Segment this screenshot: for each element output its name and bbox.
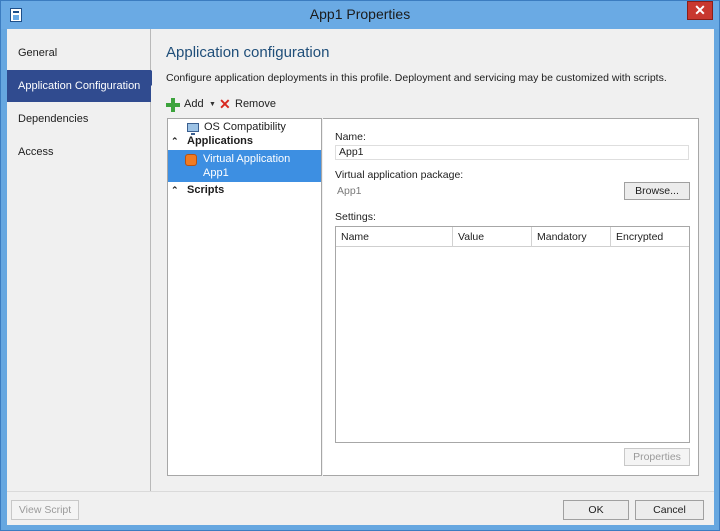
remove-button[interactable]: ✕ Remove — [216, 95, 278, 115]
cancel-button[interactable]: Cancel — [635, 500, 704, 520]
monitor-icon — [187, 123, 199, 135]
properties-button[interactable]: Properties — [624, 448, 690, 466]
add-icon — [166, 98, 180, 112]
page-description: Configure application deployments in thi… — [166, 72, 667, 84]
tree-section-label: Applications — [187, 135, 254, 147]
window-title: App1 Properties — [309, 6, 411, 22]
grid-header: Name Value Mandatory Encrypted — [336, 227, 689, 247]
browse-button[interactable]: Browse... — [624, 182, 690, 200]
column-header-mandatory[interactable]: Mandatory — [532, 227, 611, 247]
package-value: App1 — [337, 185, 362, 197]
nav-item-dependencies[interactable]: Dependencies — [7, 103, 151, 135]
tree-section-scripts[interactable]: ⌃ Scripts — [168, 184, 321, 198]
column-header-encrypted[interactable]: Encrypted — [611, 227, 689, 247]
nav-item-access[interactable]: Access — [7, 136, 151, 168]
add-label: Add — [184, 98, 204, 110]
view-script-button[interactable]: View Script — [11, 500, 79, 520]
tree-item-os-compatibility[interactable]: OS Compatibility — [168, 121, 321, 135]
page-title: Application configuration — [166, 44, 330, 61]
collapse-chevron-icon: ⌃ — [171, 185, 179, 195]
dialog-body: General Application Configuration Depend… — [7, 29, 714, 525]
tree-item-virtual-application[interactable]: Virtual Application App1 — [168, 150, 321, 182]
column-header-value[interactable]: Value — [453, 227, 532, 247]
chevron-down-icon: ▼ — [209, 101, 216, 108]
properties-dialog: App1 Properties ✕ General Application Co… — [0, 0, 720, 531]
name-label: Name: — [335, 131, 366, 143]
close-button[interactable]: ✕ — [687, 1, 713, 20]
title-bar[interactable]: App1 Properties ✕ — [1, 1, 719, 29]
main-panel: Application configuration Configure appl… — [152, 29, 714, 491]
tree-item-label: OS Compatibility — [204, 121, 286, 133]
tree-item-title: Virtual Application — [203, 153, 291, 165]
settings-grid[interactable]: Name Value Mandatory Encrypted — [335, 226, 690, 443]
remove-label: Remove — [235, 98, 276, 110]
collapse-chevron-icon: ⌃ — [171, 136, 179, 146]
remove-icon: ✕ — [219, 96, 231, 112]
sidebar-nav: General Application Configuration Depend… — [7, 29, 151, 491]
nav-item-application-configuration[interactable]: Application Configuration — [7, 70, 151, 102]
details-panel: Name: App1 Virtual application package: … — [323, 118, 699, 476]
name-field[interactable]: App1 — [335, 145, 689, 160]
dialog-footer: View Script OK Cancel — [7, 491, 714, 525]
settings-label: Settings: — [335, 211, 376, 223]
tree-section-label: Scripts — [187, 184, 225, 196]
tree-section-applications[interactable]: ⌃ Applications — [168, 135, 321, 149]
add-button[interactable]: Add ▼ — [166, 95, 216, 115]
virtual-application-icon — [185, 154, 197, 166]
column-header-name[interactable]: Name — [336, 227, 453, 247]
deployment-tree[interactable]: OS Compatibility ⌃ Applications Virtual … — [167, 118, 322, 476]
nav-item-general[interactable]: General — [7, 37, 151, 69]
toolbar: Add ▼ ✕ Remove — [166, 95, 702, 115]
tree-item-subtitle: App1 — [203, 167, 229, 179]
ok-button[interactable]: OK — [563, 500, 629, 520]
package-label: Virtual application package: — [335, 169, 464, 181]
